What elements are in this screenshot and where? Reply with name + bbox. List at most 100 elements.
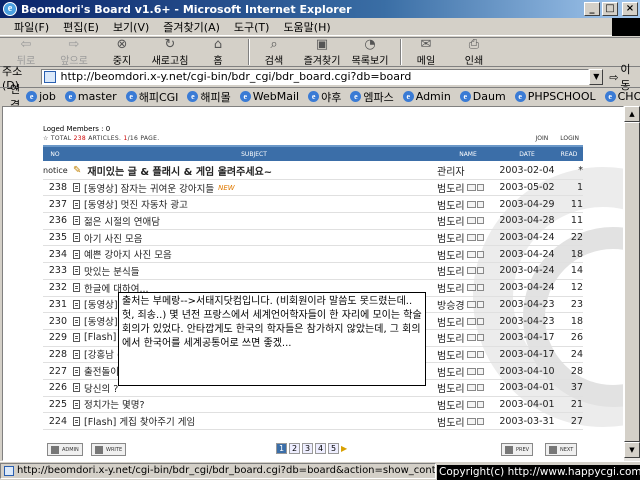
page-link[interactable]: 3 [302,443,313,454]
window-title-bar[interactable]: e Beomdori's Board v1.6+ - Microsoft Int… [0,0,640,18]
page-link[interactable]: 1 [276,443,287,454]
row-subject-link[interactable]: 정치가는 몇명? [84,397,145,411]
home-icon[interactable] [476,317,484,325]
mail-icon[interactable] [466,234,476,242]
link-webmail[interactable]: e WebMail [239,90,299,103]
table-row[interactable]: 236 젊은 시절의 연애담 범도리 2003-04-28 11 [43,213,583,230]
home-icon[interactable] [476,300,484,308]
prev-button[interactable]: PREV [501,443,534,456]
row-subject-link[interactable]: [Flash] 게집 찾아주기 게임 [84,414,195,428]
row-subject-link[interactable]: 아기 사진 모음 [84,231,142,245]
table-row[interactable]: 225 정치가는 몇명? 범도리 2003-04-01 21 [43,397,583,414]
mail-icon[interactable] [466,267,476,275]
mail-icon[interactable] [466,367,476,375]
write-button[interactable]: WRITE [91,443,127,456]
home-icon[interactable] [476,217,484,225]
search-button[interactable]: ⌕ 검색 [256,37,292,67]
menu-view[interactable]: 보기(V) [113,19,149,35]
home-icon[interactable] [476,334,484,342]
print-button[interactable]: ⎙ 인쇄 [456,37,492,67]
scroll-up-button[interactable]: ▲ [624,106,640,122]
history-button[interactable]: ◔ 목록보기 [352,37,389,67]
home-icon[interactable] [476,250,484,258]
forward-button[interactable]: ⇨ 앞으로 [56,37,92,67]
close-button[interactable]: × [622,2,638,16]
page-link[interactable]: 5 [328,443,339,454]
join-link[interactable]: JOIN [535,135,548,142]
link-phpschool[interactable]: e PHPSCHOOL [514,90,596,103]
refresh-button[interactable]: ↻ 새로고침 [152,37,189,67]
table-row[interactable]: 233 맛있는 분식들 범도리 2003-04-24 14 [43,263,583,280]
table-row[interactable]: 235 아기 사진 모음 범도리 2003-04-24 22 [43,230,583,247]
link-chol[interactable]: eCHOL [604,90,640,103]
home-icon[interactable] [476,400,484,408]
mail-icon[interactable] [466,250,476,258]
home-icon[interactable] [476,417,484,425]
menu-tools[interactable]: 도구(T) [234,19,270,35]
link-master[interactable]: e master [64,90,117,103]
row-subject-link[interactable]: [동영상] [84,297,118,311]
home-icon[interactable] [476,384,484,392]
row-subject-link[interactable]: [강홍남 ( [84,347,121,361]
link-daum[interactable]: e Daum [459,90,506,103]
table-row[interactable]: 234 예쁜 강아지 사진 모음 범도리 2003-04-24 18 [43,246,583,264]
mail-icon[interactable] [466,417,476,425]
home-icon[interactable] [476,234,484,242]
mail-icon[interactable] [466,400,476,408]
favorites-button[interactable]: ▣ 즐겨찾기 [304,37,341,67]
row-subject-link[interactable]: [동영상] 멋진 자동차 광고 [84,197,188,211]
admin-button[interactable]: ADMIN [47,443,83,456]
row-subject-link[interactable]: 당신의 ? [84,381,118,395]
notice-row[interactable]: notice ✎ 재미있는 글 & 플래시 & 게임 올려주세요~ 관리자 200… [43,163,583,180]
address-input[interactable]: http://beomdori.x-y.net/cgi-bin/bdr_cgi/… [41,69,590,85]
mail-icon[interactable] [466,200,476,208]
menu-edit[interactable]: 편집(E) [63,19,99,35]
home-icon[interactable] [476,200,484,208]
address-dropdown-button[interactable]: ▼ [589,69,604,85]
table-row[interactable]: 237 [동영상] 멋진 자동차 광고 범도리 2003-04-29 11 [43,196,583,214]
stop-button[interactable]: ⊗ 중지 [104,37,140,67]
table-row[interactable]: 238 [동영상] 잠자는 귀여운 강아지들 NEW 범도리 2003-05-02 1 [43,180,583,197]
page-link[interactable]: 2 [289,443,300,454]
next-pages-arrow-icon[interactable]: ▶ [341,444,347,453]
scroll-down-button[interactable]: ▼ [624,442,640,458]
row-subject-link[interactable]: [동영상] [84,314,118,328]
row-subject-link[interactable]: 출전돌이 [84,364,119,378]
home-icon[interactable] [476,284,484,292]
mail-icon[interactable] [466,384,476,392]
menu-file[interactable]: 파일(F) [14,19,49,35]
home-icon[interactable] [476,267,484,275]
link-admin[interactable]: e Admin [402,90,451,103]
link-yahoo[interactable]: e 야후 [308,89,341,105]
mail-icon[interactable] [466,284,476,292]
link-happycgi[interactable]: e 해피CGI [125,89,178,105]
mail-icon[interactable] [466,300,476,308]
home-button[interactable]: ⌂ 홈 [200,37,236,67]
table-row[interactable]: 224 [Flash] 게집 찾아주기 게임 범도리 2003-03-31 27 [43,413,583,430]
menu-favorites[interactable]: 즐겨찾기(A) [163,19,220,35]
maximize-button[interactable]: □ [602,2,618,16]
row-subject-link[interactable]: [동영상] 잠자는 귀여운 강아지들 [84,181,214,195]
row-subject-link[interactable]: 예쁜 강아지 사진 모음 [84,247,172,261]
next-button[interactable]: NEXT [545,443,578,456]
link-happymall[interactable]: e 해피몰 [187,89,231,105]
row-subject-link[interactable]: 맛있는 분식들 [84,264,139,278]
minimize-button[interactable]: _ [584,2,600,16]
notice-subject[interactable]: 재미있는 글 & 플래시 & 게임 올려주세요~ [87,163,272,178]
mail-icon[interactable] [466,317,476,325]
login-link[interactable]: LOGIN [560,135,579,142]
scroll-thumb[interactable] [624,122,640,442]
home-icon[interactable] [476,350,484,358]
vertical-scrollbar[interactable]: ▲ ▼ [624,106,640,461]
mail-icon[interactable] [466,184,476,192]
home-icon[interactable] [476,184,484,192]
mail-icon[interactable] [466,334,476,342]
mail-icon[interactable] [466,217,476,225]
page-link[interactable]: 4 [315,443,326,454]
link-job[interactable]: e job [26,90,56,103]
mail-icon[interactable] [466,350,476,358]
row-subject-link[interactable]: 젊은 시절의 연애담 [84,214,160,228]
link-empas[interactable]: e 엠파스 [350,89,394,105]
menu-help[interactable]: 도움말(H) [283,19,330,35]
mail-button[interactable]: ✉ 메일 [408,37,444,67]
